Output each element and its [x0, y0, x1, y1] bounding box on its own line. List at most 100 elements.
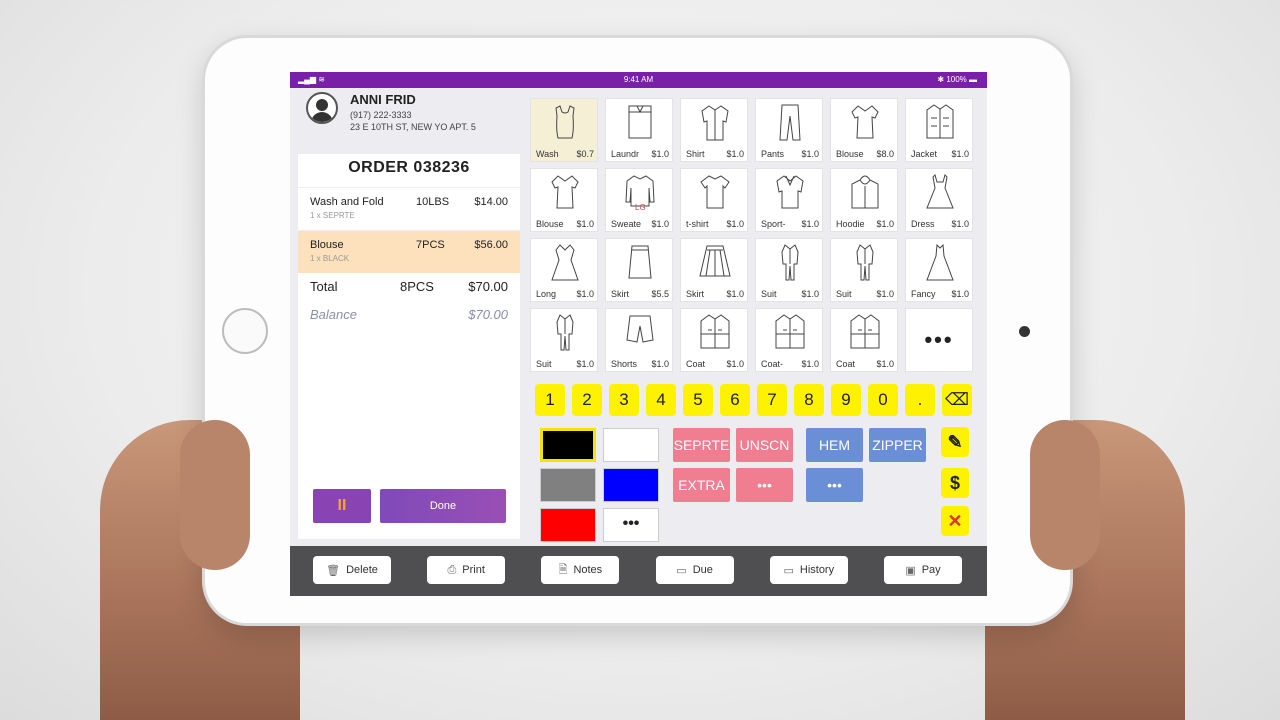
garment-tile[interactable]: Skirt $5.5 — [605, 238, 673, 302]
home-button[interactable] — [222, 308, 268, 354]
garment-name: Coat- — [761, 359, 784, 369]
garment-price: $1.0 — [876, 359, 894, 369]
key-3[interactable]: 3 — [609, 384, 639, 416]
garment-name: Suit — [761, 289, 777, 299]
due-button[interactable]: ▭ Due — [655, 556, 734, 584]
notes-button[interactable]: 🗎 Notes — [541, 556, 620, 584]
option-button[interactable]: SEPRTE — [673, 428, 730, 462]
option-button[interactable]: EXTRA — [673, 468, 730, 502]
garment-name: Sweate — [611, 219, 642, 229]
alteration-button[interactable]: HEM — [806, 428, 863, 462]
color-swatch-gray[interactable] — [540, 468, 596, 502]
more-colors-button[interactable]: ••• — [603, 508, 659, 542]
bottom-toolbar: 🗑 Delete ⎙ Print 🗎 Notes ▭ Due ▭ History ▣ Pay — [290, 546, 987, 596]
color-swatch-blue[interactable] — [603, 468, 659, 502]
garment-name: Shirt — [686, 149, 705, 159]
garment-tile[interactable]: Coat- $1.0 — [755, 308, 823, 372]
line-name: Blouse — [310, 239, 344, 251]
done-button[interactable]: Done — [380, 489, 506, 523]
key-0[interactable]: 0 — [868, 384, 898, 416]
alteration-button[interactable]: ••• — [806, 468, 863, 502]
app-screen: ▂▄▆ ≋ 9:41 AM ✱ 100% ▬ ANNI FRID (917) 2… — [290, 72, 987, 596]
line-name: Wash and Fold — [310, 196, 384, 208]
key-1[interactable]: 1 — [535, 384, 565, 416]
pause-button[interactable]: II — [313, 489, 371, 523]
folded-shirt-icon — [628, 105, 652, 139]
garment-price: $1.0 — [801, 359, 819, 369]
tshirt-icon — [700, 175, 730, 209]
garment-name: Long — [536, 289, 557, 299]
customer-phone: (917) 222-3333 — [350, 110, 412, 120]
garment-name: Suit — [536, 359, 552, 369]
garment-tile[interactable]: LG Sweate $1.0 — [605, 168, 673, 232]
color-swatch-black[interactable] — [540, 428, 596, 462]
garment-tile[interactable]: Laundr $1.0 — [605, 98, 673, 162]
option-button[interactable]: UNSCN — [736, 428, 793, 462]
print-button[interactable]: ⎙ Print — [427, 556, 506, 584]
total-qty: 8PCS — [400, 279, 434, 294]
total-row: Total 8PCS $70.00 — [298, 273, 520, 301]
garment-tile[interactable]: Shorts $1.0 — [605, 308, 673, 372]
key-2[interactable]: 2 — [572, 384, 602, 416]
garment-tile[interactable]: Hoodie $1.0 — [830, 168, 898, 232]
pay-icon: ▣ — [905, 564, 916, 577]
order-line[interactable]: Wash and Fold 10LBS $14.00 1 x SEPRTE — [298, 187, 520, 230]
jacket-icon — [926, 104, 954, 139]
line-price: $56.00 — [474, 239, 508, 251]
garment-name: Jacket — [911, 149, 938, 159]
alteration-button[interactable]: ZIPPER — [869, 428, 926, 462]
garment-price: $1.0 — [576, 219, 594, 229]
toolbar-label: History — [799, 564, 835, 576]
key-dot[interactable]: . — [905, 384, 935, 416]
sport-shirt-icon — [776, 175, 804, 209]
key-4[interactable]: 4 — [646, 384, 676, 416]
garment-tile[interactable]: Shirt $1.0 — [680, 98, 748, 162]
garment-tile[interactable]: Skirt $1.0 — [680, 238, 748, 302]
option-button[interactable]: ••• — [736, 468, 793, 502]
delete-button[interactable]: 🗑 Delete — [313, 556, 391, 584]
garment-tile[interactable]: ••• — [905, 308, 973, 372]
garment-tile[interactable]: Jacket $1.0 — [905, 98, 973, 162]
garment-tile[interactable]: Wash $0.7 — [530, 98, 598, 162]
backspace-key[interactable]: ⌫ — [942, 384, 972, 416]
garment-tile[interactable]: Long $1.0 — [530, 238, 598, 302]
customer-info[interactable]: ANNI FRID (917) 222-3333 23 E 10TH ST, N… — [298, 80, 518, 132]
garment-tile[interactable]: Fancy $1.0 — [905, 238, 973, 302]
garment-name: Suit — [836, 289, 852, 299]
key-6[interactable]: 6 — [720, 384, 750, 416]
garment-name: Dress — [911, 219, 935, 229]
toolbar-label: Print — [462, 564, 485, 576]
garment-name: Shorts — [611, 359, 638, 369]
garment-price: $1.0 — [951, 289, 969, 299]
history-button[interactable]: ▭ History — [769, 556, 848, 584]
pay-button[interactable]: ▣ Pay — [884, 556, 962, 584]
notes-icon: 🗎 — [558, 563, 568, 576]
key-9[interactable]: 9 — [831, 384, 861, 416]
garment-tile[interactable]: Suit $1.0 — [755, 238, 823, 302]
close-icon[interactable]: ✕ — [941, 506, 969, 536]
key-7[interactable]: 7 — [757, 384, 787, 416]
garment-tile[interactable]: Coat $1.0 — [680, 308, 748, 372]
garment-tile[interactable]: Blouse $1.0 — [530, 168, 598, 232]
garment-tile[interactable]: Suit $1.0 — [830, 238, 898, 302]
size-tag: LG — [635, 203, 646, 212]
garment-tile[interactable]: Pants $1.0 — [755, 98, 823, 162]
garment-tile[interactable]: Dress $1.0 — [905, 168, 973, 232]
garment-tile[interactable]: t-shirt $1.0 — [680, 168, 748, 232]
garment-tile[interactable]: Suit $1.0 — [530, 308, 598, 372]
garment-name: Coat — [686, 359, 706, 369]
garment-tile[interactable]: Blouse $8.0 — [830, 98, 898, 162]
color-swatch-red[interactable] — [540, 508, 596, 542]
garment-tile[interactable]: Coat $1.0 — [830, 308, 898, 372]
order-panel: ORDER 038236 Wash and Fold 10LBS $14.00 … — [298, 154, 520, 539]
garment-name: Laundr — [611, 149, 640, 159]
key-8[interactable]: 8 — [794, 384, 824, 416]
left-thumb — [180, 420, 250, 570]
key-5[interactable]: 5 — [683, 384, 713, 416]
order-line-selected[interactable]: Blouse 7PCS $56.00 1 x BLACK — [298, 230, 520, 273]
pencil-icon[interactable]: ✎ — [941, 427, 969, 457]
garment-tile[interactable]: Sport- $1.0 — [755, 168, 823, 232]
dollar-icon[interactable]: $ — [941, 468, 969, 498]
suit-icon — [781, 244, 799, 281]
color-swatch-white[interactable] — [603, 428, 659, 462]
